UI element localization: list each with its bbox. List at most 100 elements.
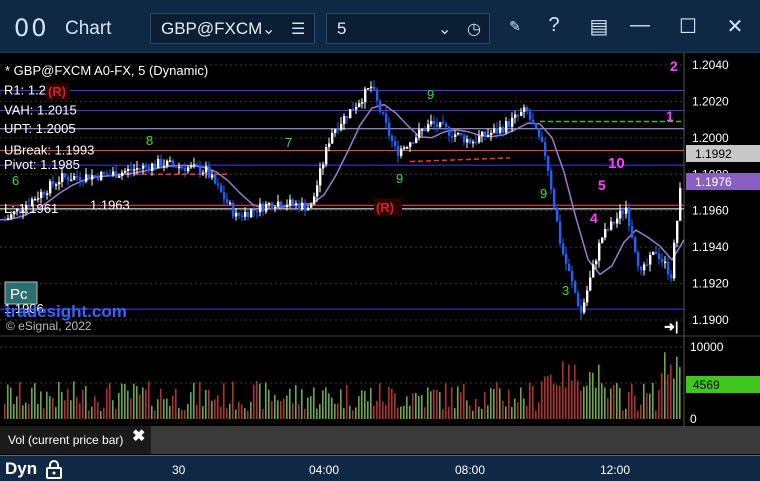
dynamic-mode-button[interactable]: Dyn: [5, 459, 37, 479]
grid: [0, 64, 684, 384]
time-axis-label: 04:00: [309, 463, 340, 477]
interval-input[interactable]: 5 ⌄ ◷: [326, 13, 490, 44]
candle-body: [373, 86, 376, 90]
candle-body: [244, 211, 247, 217]
volume-bar: [163, 399, 165, 419]
price-axis-label: 1.1960: [692, 204, 729, 218]
volume-bar: [235, 409, 237, 419]
pen-icon[interactable]: ✎: [500, 18, 530, 35]
close-icon[interactable]: ✕: [720, 14, 750, 39]
volume-bar: [61, 391, 63, 419]
candle-body: [118, 175, 121, 178]
volume-bar: [139, 394, 141, 419]
candle-body: [337, 129, 340, 131]
candle-body: [541, 136, 544, 143]
candle-body: [73, 176, 76, 180]
candle-body: [634, 237, 637, 253]
candle-body: [427, 124, 430, 132]
template-icon[interactable]: ▤: [584, 14, 614, 39]
time-axis-label: 12:00: [600, 463, 631, 477]
candle-body: [355, 106, 358, 110]
volume-bar: [427, 387, 429, 419]
volume-bar: [412, 393, 414, 419]
candle-body: [586, 290, 589, 303]
candle-body: [433, 120, 436, 124]
candle-body: [538, 128, 541, 137]
volume-bar: [166, 398, 168, 419]
volume-bar: [127, 390, 129, 419]
candle-body: [370, 86, 373, 89]
maximize-icon[interactable]: ☐: [673, 14, 703, 39]
candle-body: [316, 185, 319, 197]
volume-bar: [25, 402, 27, 419]
volume-bar: [592, 372, 594, 419]
price-axis-bg: [684, 53, 760, 456]
clock-icon[interactable]: ◷: [467, 19, 481, 39]
candle-body: [307, 207, 310, 211]
chart-area[interactable]: 1.20401.20201.20001.19801.19601.19401.19…: [0, 53, 760, 456]
volume-bar: [553, 383, 555, 419]
volume-bar: [82, 390, 84, 419]
volume-bar: [481, 408, 483, 419]
volume-bar: [493, 389, 495, 419]
candle-body: [673, 242, 676, 279]
candle-body: [37, 197, 40, 200]
volume-bar: [88, 410, 90, 419]
volume-bar: [46, 391, 48, 419]
level-label: VAH: 1.2015: [4, 103, 77, 118]
candle-body: [406, 147, 409, 149]
volume-bar: [631, 383, 633, 419]
candle-body: [7, 218, 10, 220]
volume-bar: [490, 388, 492, 419]
volume-bar: [370, 387, 372, 419]
candle-body: [226, 199, 229, 204]
volume-bar: [559, 385, 561, 419]
candle-body: [565, 253, 568, 264]
candle-body: [298, 203, 301, 210]
candle-body: [469, 139, 472, 144]
price-chart[interactable]: 1.20401.20201.20001.19801.19601.19401.19…: [0, 53, 760, 456]
list-icon[interactable]: ☰: [291, 19, 305, 39]
sequence-label: 2: [670, 58, 678, 74]
volume-bar: [403, 406, 405, 419]
volume-bar: [523, 398, 525, 419]
candle-body: [625, 207, 628, 214]
volume-bar: [616, 382, 618, 419]
volume-bar: [604, 387, 606, 419]
help-icon[interactable]: ?: [539, 14, 569, 37]
pc-button-label: Pc: [10, 286, 28, 303]
volume-bar: [418, 395, 420, 419]
volume-bar: [394, 393, 396, 419]
volume-bar: [466, 400, 468, 419]
candle-body: [667, 261, 670, 275]
volume-bar: [109, 383, 111, 419]
chevron-down-icon[interactable]: ⌄: [438, 19, 451, 39]
lock-icon[interactable]: [44, 459, 64, 479]
symbol-input[interactable]: GBP@FXCM ⌄ ☰: [150, 13, 315, 44]
volume-bar: [310, 396, 312, 419]
minimize-icon[interactable]: —: [625, 14, 655, 37]
candle-body: [580, 305, 583, 313]
volume-bar: [505, 406, 507, 419]
close-panel-icon[interactable]: ✖: [132, 426, 145, 446]
volume-bar: [337, 403, 339, 419]
candle-body: [415, 137, 418, 143]
scroll-to-latest-icon[interactable]: ➜|: [664, 319, 679, 334]
volume-bar: [520, 387, 522, 419]
candle-body: [379, 100, 382, 112]
multi-window-icon[interactable]: 00: [14, 14, 49, 42]
candle-body: [154, 163, 157, 168]
volume-bar: [550, 374, 552, 419]
copyright: © eSignal, 2022: [6, 319, 92, 333]
candle-body: [94, 175, 97, 177]
candle-body: [601, 237, 604, 243]
volume-bar: [538, 402, 540, 419]
volume-bar: [400, 406, 402, 419]
candle-body: [328, 143, 331, 148]
volume-bar: [241, 404, 243, 419]
candle-body: [187, 167, 190, 172]
volume-bar: [232, 381, 234, 419]
chevron-down-icon[interactable]: ⌄: [262, 19, 275, 39]
volume-bar: [217, 395, 219, 419]
candle-body: [331, 132, 334, 144]
